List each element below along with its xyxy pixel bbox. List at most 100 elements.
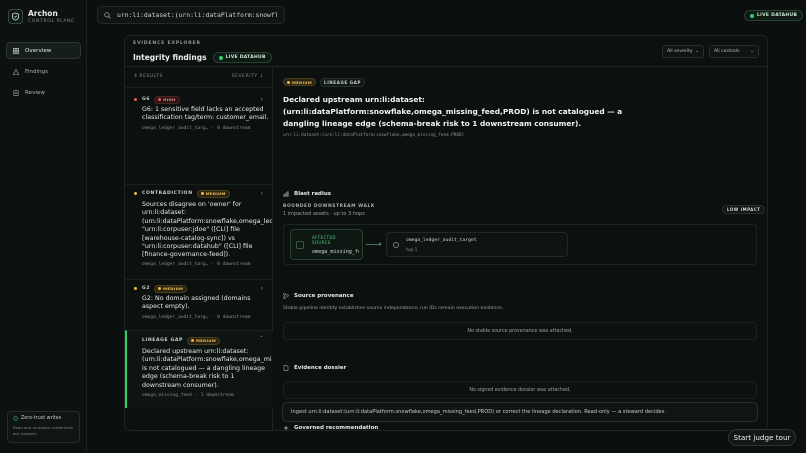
search-input[interactable]: urn:li:dataset:(urn:li:dataPlatform:snow… [97,6,285,24]
affected-source-node[interactable]: AFFECTED SOURCE omega_missing_feed [290,229,363,260]
finding-dataset: omega_ledger_audit_targ… [142,125,209,131]
finding-text: G6: 1 sensitive field lacks an accepted … [142,106,269,122]
zero-trust-text: Read and mutation credentials are isolat… [13,425,73,436]
chevron-down-icon: ⌄ [695,49,699,54]
severity-badge: MEDIUM [196,189,230,198]
bar-chart-icon [283,191,289,197]
provenance-empty-state: No stable source provenance was attached… [283,322,757,340]
branch-icon [283,293,289,299]
finding-text: Sources disagree on 'owner' for urn:li:d… [142,201,272,259]
walk-summary: 1 impacted assets · up to 3 hops [283,211,365,217]
lineage-graph: AFFECTED SOURCE omega_missing_feed omega… [283,224,757,265]
brand[interactable]: Archon CONTROL PLANE [8,9,75,24]
sidebar-item-label: Overview [25,47,52,54]
finding-item-g6[interactable]: G6 HIGH › G6: 1 sensitive field lacks an… [125,87,273,141]
live-datahub-badge: LIVE DATAHUB [744,10,804,21]
live-datahub-label: LIVE DATAHUB [757,13,798,18]
results-count: 4 RESULTS [134,74,163,79]
controls-filter-select[interactable]: All controls ⌄ [709,45,759,58]
finding-downstream: 0 downstream [217,125,251,131]
affected-source-name: omega_missing_feed [312,249,359,255]
panel-live-label: LIVE DATAHUB [225,55,266,60]
finding-downstream: 0 downstream [217,262,251,267]
severity-dot-icon [134,287,137,290]
clipboard-icon [13,89,19,96]
zero-trust-card: Zero-trust writes Read and mutation cred… [7,411,80,443]
severity-label: HIGH [163,97,176,102]
finding-dataset: omega_ledger_audit_targ… [142,262,209,267]
blast-radius-title: Blast radius [294,191,332,197]
status-dot-icon [750,13,754,18]
impact-badge: LOW IMPACT [722,205,766,214]
affected-source-label: AFFECTED SOURCE [312,235,336,245]
finding-dataset: omega_ledger_audit_targ… [142,314,209,320]
sidebar: Archon CONTROL PLANE Overview Findings R… [0,0,87,453]
detail-severity-badge: MEDIUM [283,78,317,86]
evidence-dossier-heading: Evidence dossier [283,365,346,371]
severity-filter-value: All severity [667,49,693,54]
finding-text: G2: No domain assigned (domains aspect e… [142,295,251,311]
status-dot-icon [218,55,223,60]
governed-recommendation-title: Governed recommendation [294,425,379,431]
findings-list: 4 RESULTS SEVERITY ↓ G6 HIGH › G6: 1 sen… [125,67,273,431]
detail-kind-tag: LINEAGE GAP [320,78,365,87]
brand-name: Archon [28,9,58,18]
finding-item-contradiction[interactable]: CONTRADICTION MEDIUM › Sources disagree … [125,184,273,276]
chevron-down-icon: ⌄ [750,49,754,54]
finding-kind: CONTRADICTION [142,191,193,196]
severity-label: MEDIUM [163,286,184,291]
detail-title: Declared upstream urn:li:dataset:(urn:li… [283,95,623,128]
document-icon [283,365,289,371]
detail-urn: urn:li:dataset:(urn:li:dataPlatform:snow… [283,133,465,138]
shield-check-icon [13,416,18,421]
shield-logo-icon [8,9,23,24]
finding-item-lineage-gap[interactable]: LINEAGE GAP MEDIUM ˆ Declared upstream u… [125,330,273,408]
severity-badge: MEDIUM [154,284,188,293]
recommendation-text: Ingest urn:li:dataset:(urn:li:dataPlatfo… [282,402,758,422]
downstream-node-hop: hop 1 [406,247,418,252]
source-provenance-title: Source provenance [294,293,354,299]
chevron-right-icon: › [260,96,263,103]
finding-text: Declared upstream urn:li:dataset:(urn:li… [142,348,272,389]
severity-filter-select[interactable]: All severity ⌄ [662,45,704,58]
zero-trust-title: Zero-trust writes [21,416,62,421]
severity-label: MEDIUM [205,191,226,196]
source-provenance-text: Stable pipeline identity establishes sou… [283,306,504,311]
chevron-right-icon: › [260,190,263,197]
sidebar-item-label: Review [25,89,45,96]
finding-detail: MEDIUM LINEAGE GAP Declared upstream urn… [274,67,768,431]
finding-kind: G2 [142,286,151,291]
search-icon [104,11,111,19]
severity-label: MEDIUM [292,79,313,85]
panel-live-badge: LIVE DATAHUB [212,52,272,63]
finding-item-g2[interactable]: G2 MEDIUM › G2: No domain assigned (doma… [125,279,273,329]
sidebar-item-review[interactable]: Review [6,84,81,101]
controls-filter-value: All controls [714,49,740,54]
lineage-edge-arrow [366,242,382,246]
downstream-node[interactable]: omega_ledger_audit_target hop 1 [386,232,568,257]
brand-subtitle: CONTROL PLANE [28,19,75,24]
blast-radius-heading: Blast radius [283,191,331,197]
sort-control[interactable]: SEVERITY ↓ [232,74,264,79]
finding-dataset: omega_missing_feed [142,393,192,398]
severity-badge: HIGH [154,95,180,104]
governed-recommendation-heading: Governed recommendation [283,425,378,431]
chevron-up-icon: ˆ [260,336,263,343]
evidence-explorer-panel: EVIDENCE EXPLORER Integrity findings LIV… [124,35,768,431]
search-value: urn:li:dataset:(urn:li:dataPlatform:snow… [117,11,277,19]
severity-label: MEDIUM [195,338,217,343]
finding-kind: G6 [142,97,151,102]
grid-icon [13,47,19,54]
severity-badge: MEDIUM [186,336,221,345]
warning-icon [13,68,19,75]
finding-downstream: 1 downstream [200,393,234,398]
database-icon [296,241,304,249]
panel-title: Integrity findings [133,53,207,62]
sidebar-item-findings[interactable]: Findings [6,63,81,80]
sidebar-item-overview[interactable]: Overview [6,42,81,59]
panel-eyebrow: EVIDENCE EXPLORER [133,41,201,46]
source-provenance-heading: Source provenance [283,293,354,299]
start-judge-tour-button[interactable]: Start judge tour [728,429,796,446]
downstream-node-name: omega_ledger_audit_target [406,238,477,243]
severity-dot-icon [134,192,137,195]
